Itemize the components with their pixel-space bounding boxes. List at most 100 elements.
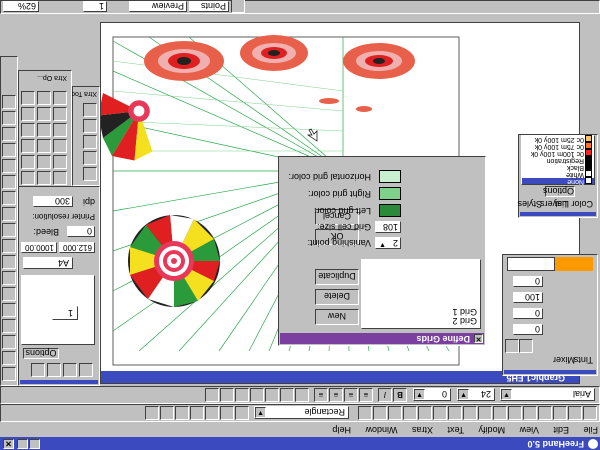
page-thumbnail[interactable]: 1 [52, 306, 78, 320]
rotate-tool-icon[interactable] [2, 175, 16, 189]
op-icon[interactable] [37, 171, 51, 185]
menu-modify[interactable]: Modify [479, 425, 506, 435]
menu-view[interactable]: View [520, 425, 539, 435]
rectangle-tool-icon[interactable] [2, 335, 16, 349]
op-icon[interactable] [37, 139, 51, 153]
group-icon[interactable] [418, 406, 432, 420]
menu-window[interactable]: Window [365, 425, 397, 435]
inspector-tab-icon[interactable] [31, 363, 45, 377]
tint-field[interactable]: 0 [513, 324, 543, 335]
text-inspector-icon[interactable] [235, 388, 249, 402]
horizontal-grid-color-swatch[interactable] [379, 170, 401, 183]
printer-resolution-select[interactable]: 300 [33, 196, 73, 207]
pen-tool-icon[interactable] [2, 255, 16, 269]
bezigon-tool-icon[interactable] [2, 223, 16, 237]
scale-tool-icon[interactable] [2, 143, 16, 157]
skew-icon[interactable] [175, 406, 189, 420]
tint-field[interactable]: 0 [513, 308, 543, 319]
tint-field[interactable]: 100 [513, 292, 543, 303]
color-list-item[interactable]: Black [567, 164, 584, 171]
op-icon[interactable] [53, 91, 67, 105]
op-icon[interactable] [21, 139, 35, 153]
color-list-item[interactable]: None [567, 178, 584, 185]
leading-select[interactable]: 0 ▼ [413, 388, 451, 401]
color-list-item[interactable]: 0c 100m 100y 0k [531, 150, 584, 157]
transform-icon[interactable] [373, 406, 387, 420]
polygon-tool-icon[interactable] [2, 319, 16, 333]
shape-select[interactable]: Rectangle ▼ [254, 406, 349, 419]
new-icon[interactable] [583, 406, 597, 420]
inspector-tab-icon[interactable] [79, 363, 93, 377]
bold-icon[interactable]: B [393, 388, 407, 402]
tool-icon[interactable] [83, 119, 97, 133]
zoom-icon[interactable] [235, 406, 249, 420]
zoom-select[interactable]: 62% [3, 1, 39, 12]
close-icon[interactable]: ✕ [474, 334, 483, 343]
duplicate-button[interactable]: Duplicate [315, 269, 359, 285]
grid-list[interactable]: Grid 2 Grid 1 [361, 259, 481, 329]
cell-size-input[interactable]: 108 [375, 221, 401, 233]
op-icon[interactable] [21, 107, 35, 121]
op-icon[interactable] [53, 139, 67, 153]
color-wheel-icon[interactable] [519, 339, 533, 353]
menu-xtras[interactable]: Xtras [412, 425, 433, 435]
op-icon[interactable] [21, 91, 35, 105]
bleed-field[interactable]: 0 [67, 226, 95, 237]
maximize-button[interactable] [17, 439, 28, 449]
chevron-down-icon[interactable]: ▼ [414, 389, 425, 400]
vanishing-point-select[interactable]: 2 ▼ [375, 237, 401, 249]
copy-icon[interactable] [448, 406, 462, 420]
op-icon[interactable] [53, 107, 67, 121]
align-right-icon[interactable]: ≡ [329, 388, 343, 402]
width-field[interactable]: 612.000 [59, 242, 95, 253]
freehand-tool-icon[interactable] [2, 271, 16, 285]
align-left-icon[interactable]: ≡ [359, 388, 373, 402]
minimize-button[interactable] [29, 439, 40, 449]
spell-icon[interactable] [220, 388, 234, 402]
menu-edit[interactable]: Edit [553, 425, 569, 435]
font-size-select[interactable]: 24 ▼ [457, 388, 495, 401]
undo-icon[interactable] [493, 406, 507, 420]
menu-text[interactable]: Text [448, 425, 465, 435]
cmyk-icon[interactable] [505, 339, 519, 353]
convert-outlines-icon[interactable] [265, 388, 279, 402]
font-name-select[interactable]: Arial ▼ [500, 388, 595, 401]
view-mode-select[interactable]: Preview [129, 1, 187, 12]
color-list-item[interactable]: 0c 75m 100y 0k [535, 143, 584, 150]
op-icon[interactable] [53, 171, 67, 185]
new-button[interactable]: New [315, 309, 359, 325]
inspector-options-button[interactable]: Options [23, 348, 59, 359]
trace-tool-icon[interactable] [2, 191, 16, 205]
paste-icon[interactable] [433, 406, 447, 420]
trace-icon[interactable] [160, 406, 174, 420]
reflect-tool-icon[interactable] [2, 159, 16, 173]
import-icon[interactable] [538, 406, 552, 420]
options-button[interactable]: Options [543, 186, 575, 197]
lock-icon[interactable] [358, 406, 372, 420]
rotate-icon[interactable] [220, 406, 234, 420]
tool-icon[interactable] [83, 167, 97, 181]
export-icon[interactable] [523, 406, 537, 420]
units-select[interactable]: Points [189, 1, 229, 12]
op-icon[interactable] [53, 155, 67, 169]
tool-icon[interactable] [83, 151, 97, 165]
op-icon[interactable] [37, 123, 51, 137]
line-tool-icon[interactable] [2, 287, 16, 301]
italic-icon[interactable]: I [378, 388, 392, 402]
ellipse-tool-icon[interactable] [2, 303, 16, 317]
chevron-down-icon[interactable]: ▼ [255, 407, 266, 418]
save-icon[interactable] [553, 406, 567, 420]
height-field[interactable]: 1000.00 [21, 242, 57, 253]
perspective-tool-icon[interactable] [2, 111, 16, 125]
grid-list-item[interactable]: Grid 1 [452, 307, 477, 317]
tool-icon[interactable] [83, 135, 97, 149]
align-center-icon[interactable]: ≡ [344, 388, 358, 402]
tab-layers[interactable]: Layers [540, 199, 567, 209]
redo-icon[interactable] [478, 406, 492, 420]
tab-tints[interactable]: Tints [574, 355, 593, 365]
skew-tool-icon[interactable] [2, 127, 16, 141]
op-icon[interactable] [37, 155, 51, 169]
scale-icon[interactable] [190, 406, 204, 420]
text-tool-icon[interactable] [2, 351, 16, 365]
open-icon[interactable] [568, 406, 582, 420]
